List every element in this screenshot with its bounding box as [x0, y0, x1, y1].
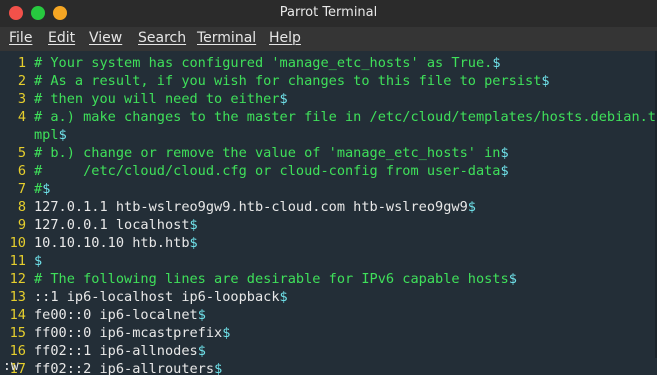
end-of-line-marker: $ [467, 199, 476, 215]
command-line[interactable]: :w [0, 358, 657, 375]
line-number: 7 [17, 181, 26, 197]
editor-line: 15 ff00::0 ip6-mcastprefix$ [0, 324, 657, 342]
end-of-line-marker: $ [500, 163, 509, 179]
comment-text: # b.) change or remove the value of 'man… [34, 145, 501, 161]
editor-line: 10 10.10.10.10 htb.htb$ [0, 234, 657, 252]
host-entry-text: ff02::1 ip6-allnodes [34, 343, 198, 359]
menu-search[interactable]: Search [138, 30, 186, 46]
line-content: # /etc/cloud/cloud.cfg or cloud-config f… [34, 162, 509, 180]
end-of-line-marker: $ [189, 217, 198, 233]
editor-line: 4 # a.) make changes to the master file i… [0, 108, 657, 126]
host-entry-text: 10.10.10.10 htb.htb [34, 235, 190, 251]
editor-line: 3 # then you will need to either$ [0, 90, 657, 108]
editor-line: 11 $ [0, 252, 657, 270]
title-bar: Parrot Terminal [0, 0, 657, 27]
line-content: #$ [34, 180, 50, 198]
comment-text: # As a result, if you wish for changes t… [34, 73, 542, 89]
terminal-window: Parrot Terminal File Edit View Search Te… [0, 0, 657, 375]
editor-area[interactable]: 1 # Your system has configured 'manage_et… [0, 51, 657, 375]
line-content: ::1 ip6-localhost ip6-loopback$ [34, 288, 288, 306]
host-entry-text: ::1 ip6-localhost ip6-loopback [34, 289, 280, 305]
editor-line: 1 # Your system has configured 'manage_et… [0, 54, 657, 72]
end-of-line-marker: $ [197, 307, 206, 323]
line-content: ff00::0 ip6-mcastprefix$ [34, 324, 230, 342]
end-of-line-marker: $ [197, 343, 206, 359]
end-of-line-marker: $ [541, 73, 550, 89]
end-of-line-marker: $ [34, 253, 43, 269]
end-of-line-marker: $ [492, 55, 501, 71]
menu-help[interactable]: Help [269, 30, 301, 46]
editor-line: 14 fe00::0 ip6-localnet$ [0, 306, 657, 324]
editor-line: 5 # b.) change or remove the value of 'ma… [0, 144, 657, 162]
end-of-line-marker: $ [58, 127, 67, 143]
comment-text: # The following lines are desirable for … [34, 271, 509, 287]
line-number: 2 [17, 73, 26, 89]
editor-line: 6 # /etc/cloud/cloud.cfg or cloud-config … [0, 162, 657, 180]
line-number: 11 [9, 253, 26, 269]
end-of-line-marker: $ [222, 325, 231, 341]
editor-line: 9 127.0.0.1 localhost$ [0, 216, 657, 234]
line-content: # Your system has configured 'manage_etc… [34, 54, 501, 72]
end-of-line-marker: $ [189, 235, 198, 251]
window-title: Parrot Terminal [279, 5, 378, 20]
line-number: 12 [9, 271, 26, 287]
end-of-line-marker: $ [279, 289, 288, 305]
editor-line: 7 #$ [0, 180, 657, 198]
menu-file[interactable]: File [9, 30, 32, 46]
line-number: 13 [9, 289, 26, 305]
line-content: # a.) make changes to the master file in… [34, 108, 656, 126]
comment-text: mpl [34, 127, 59, 143]
line-content: 127.0.1.1 htb-wslreo9gw9.htb-cloud.com h… [34, 198, 476, 216]
editor-line: 13::1 ip6-localhost ip6-loopback$ [0, 288, 657, 306]
line-number: 10 [9, 235, 26, 251]
line-content: 127.0.0.1 localhost$ [34, 216, 198, 234]
menu-terminal[interactable]: Terminal [197, 30, 256, 46]
line-number: 1 [17, 55, 26, 71]
comment-text: # [34, 181, 43, 197]
menu-view[interactable]: View [89, 30, 122, 46]
comment-text: # /etc/cloud/cloud.cfg or cloud-config f… [34, 163, 501, 179]
line-content: # then you will need to either$ [34, 90, 288, 108]
host-entry-text: 127.0.1.1 htb-wslreo9gw9.htb-cloud.com h… [34, 199, 468, 215]
editor-line: 8 127.0.1.1 htb-wslreo9gw9.htb-cloud.com … [0, 198, 657, 216]
line-number: 3 [17, 91, 26, 107]
line-number: 6 [17, 163, 26, 179]
line-content: $ [34, 252, 42, 270]
line-number: 14 [9, 307, 26, 323]
end-of-line-marker: $ [508, 271, 517, 287]
editor-line: 2 # As a result, if you wish for changes … [0, 72, 657, 90]
line-content: mpl$ [34, 126, 67, 144]
line-number: 8 [17, 199, 26, 215]
line-content: # The following lines are desirable for … [34, 270, 517, 288]
end-of-line-marker: $ [500, 145, 509, 161]
editor-line: mpl$ [0, 126, 657, 144]
menu-edit[interactable]: Edit [48, 30, 75, 46]
comment-text: # a.) make changes to the master file in… [34, 109, 656, 125]
line-content: 10.10.10.10 htb.htb$ [34, 234, 198, 252]
host-entry-text: ff00::0 ip6-mcastprefix [34, 325, 223, 341]
line-number: 9 [17, 217, 26, 233]
line-number: 15 [9, 325, 26, 341]
line-content: fe00::0 ip6-localnet$ [34, 306, 206, 324]
line-number: 4 [17, 109, 26, 125]
line-content: # b.) change or remove the value of 'man… [34, 144, 509, 162]
comment-text: # Your system has configured 'manage_etc… [34, 55, 493, 71]
host-entry-text: 127.0.0.1 localhost [34, 217, 190, 233]
editor-line: 12 # The following lines are desirable fo… [0, 270, 657, 288]
menu-bar: File Edit View Search Terminal Help [0, 27, 657, 51]
end-of-line-marker: $ [279, 91, 288, 107]
host-entry-text: fe00::0 ip6-localnet [34, 307, 198, 323]
line-content: # As a result, if you wish for changes t… [34, 72, 550, 90]
end-of-line-marker: $ [42, 181, 51, 197]
line-number: 5 [17, 145, 26, 161]
comment-text: # then you will need to either [34, 91, 280, 107]
